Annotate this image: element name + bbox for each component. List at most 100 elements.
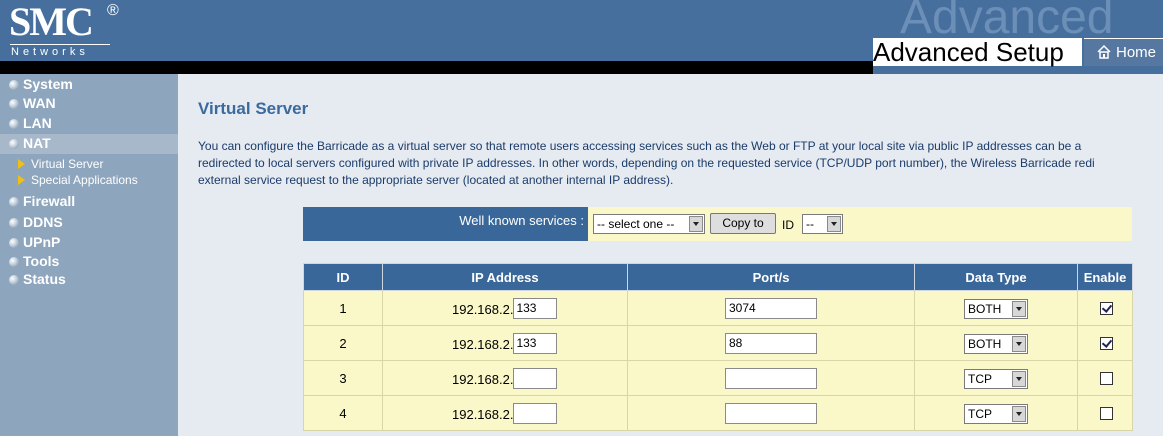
sidebar-item-label: UPnP <box>23 234 61 250</box>
chevron-down-icon <box>1012 371 1026 387</box>
chevron-down-icon <box>689 216 703 232</box>
row-id: 1 <box>303 290 383 326</box>
select-value: TCP <box>968 372 992 386</box>
enable-checkbox[interactable] <box>1100 337 1113 350</box>
virtual-server-table: ID IP Address Port/s Data Type Enable 1 1… <box>303 263 1133 431</box>
id-select[interactable]: -- <box>802 214 843 234</box>
row-id: 2 <box>303 325 383 361</box>
sidebar-item-label: Status <box>23 271 66 287</box>
sidebar-item-label: System <box>23 76 73 92</box>
enable-cell <box>1077 325 1133 361</box>
bullet-icon <box>9 197 19 207</box>
sidebar-item-label: Firewall <box>23 193 76 209</box>
bullet-icon <box>9 218 19 228</box>
sidebar-item-wan[interactable]: WAN <box>0 94 178 114</box>
ip-prefix: 192.168.2. <box>452 407 514 422</box>
ip-prefix: 192.168.2. <box>452 372 514 387</box>
bullet-icon <box>9 119 19 129</box>
port-input[interactable] <box>725 403 817 424</box>
logo-divider <box>10 44 110 45</box>
well-known-service-select[interactable]: -- select one -- <box>593 214 705 234</box>
chevron-down-icon <box>1012 406 1026 422</box>
column-header-id: ID <box>303 263 383 291</box>
chevron-down-icon <box>1012 301 1026 317</box>
ip-host-input[interactable]: 133 <box>513 298 558 319</box>
select-value: BOTH <box>968 337 1002 351</box>
sidebar-item-nat[interactable]: NAT <box>0 134 178 154</box>
sidebar-item-firewall[interactable]: Firewall <box>0 192 178 212</box>
registered-mark: ® <box>107 2 119 19</box>
column-header-ip: IP Address <box>382 263 628 291</box>
sidebar-item-label: NAT <box>23 135 51 151</box>
row-id: 3 <box>303 360 383 396</box>
bullet-icon <box>9 257 19 267</box>
port-cell <box>627 395 915 431</box>
select-value: -- select one -- <box>597 217 675 231</box>
column-header-ports: Port/s <box>627 263 915 291</box>
sidebar-item-label: LAN <box>23 115 52 131</box>
home-label: Home <box>1116 44 1157 61</box>
logo-subtitle: Networks <box>11 46 89 58</box>
setup-title: Advanced Setup <box>873 37 1064 67</box>
ip-group: 192.168.2. 133 <box>452 333 558 354</box>
bullet-icon <box>9 80 19 90</box>
ip-group: 192.168.2. <box>452 403 558 424</box>
data-type-select[interactable]: BOTH <box>964 334 1028 354</box>
enable-checkbox[interactable] <box>1100 372 1113 385</box>
top-banner: SMC ® Networks Advanced Advanced Setup H… <box>0 0 1163 74</box>
ip-host-input[interactable] <box>513 403 558 424</box>
column-header-data-type: Data Type <box>914 263 1078 291</box>
data-type-select[interactable]: TCP <box>964 369 1028 389</box>
sidebar-item-label: WAN <box>23 95 56 111</box>
triangle-right-icon <box>18 175 25 185</box>
sidebar-item-label: Tools <box>23 253 60 269</box>
description-line: redirected to local servers configured w… <box>198 156 1095 170</box>
table-row: 2 192.168.2. 133 88 BOTH <box>303 325 1133 361</box>
sidebar: System WAN LAN NAT Virtual Server Specia… <box>0 74 178 436</box>
data-type-cell: BOTH <box>914 325 1078 361</box>
triangle-right-icon <box>18 159 25 169</box>
ip-host-input[interactable]: 133 <box>513 333 558 354</box>
port-cell <box>627 360 915 396</box>
row-id: 4 <box>303 395 383 431</box>
bullet-icon <box>9 238 19 248</box>
table-header-row: ID IP Address Port/s Data Type Enable <box>303 263 1133 291</box>
sidebar-subitem-special-applications[interactable]: Special Applications <box>0 172 178 188</box>
sidebar-item-ddns[interactable]: DDNS <box>0 213 178 233</box>
port-cell: 3074 <box>627 290 915 326</box>
setup-title-box: Advanced Setup <box>873 38 1082 66</box>
data-type-cell: TCP <box>914 395 1078 431</box>
sidebar-item-lan[interactable]: LAN <box>0 114 178 134</box>
port-input[interactable] <box>725 368 817 389</box>
enable-cell <box>1077 290 1133 326</box>
data-type-select[interactable]: TCP <box>964 404 1028 424</box>
ip-cell: 192.168.2. <box>382 395 628 431</box>
enable-checkbox[interactable] <box>1100 407 1113 420</box>
ip-prefix: 192.168.2. <box>452 337 514 352</box>
home-icon <box>1097 45 1111 59</box>
bullet-icon <box>9 99 19 109</box>
port-cell: 88 <box>627 325 915 361</box>
column-header-enable: Enable <box>1077 263 1133 291</box>
port-input[interactable]: 3074 <box>725 298 817 319</box>
data-type-select[interactable]: BOTH <box>964 299 1028 319</box>
enable-cell <box>1077 395 1133 431</box>
page-title: Virtual Server <box>198 99 309 118</box>
sidebar-item-status[interactable]: Status <box>0 270 178 290</box>
copy-to-button[interactable]: Copy to <box>710 213 776 234</box>
sidebar-item-upnp[interactable]: UPnP <box>0 233 178 253</box>
port-input[interactable]: 88 <box>725 333 817 354</box>
ip-host-input[interactable] <box>513 368 558 389</box>
enable-checkbox[interactable] <box>1100 302 1113 315</box>
chevron-down-icon <box>827 216 841 232</box>
page-description: You can configure the Barricade as a vir… <box>198 138 1163 189</box>
sidebar-item-system[interactable]: System <box>0 75 178 95</box>
header-bar <box>0 61 873 74</box>
well-known-label: Well known services : <box>459 213 584 228</box>
well-known-services-panel: Well known services : -- select one -- C… <box>303 207 1132 241</box>
smc-logo: SMC ® Networks <box>9 2 119 59</box>
sidebar-subitem-virtual-server[interactable]: Virtual Server <box>0 156 178 172</box>
home-button[interactable]: Home <box>1084 38 1163 66</box>
sidebar-item-tools[interactable]: Tools <box>0 252 178 272</box>
enable-cell <box>1077 360 1133 396</box>
